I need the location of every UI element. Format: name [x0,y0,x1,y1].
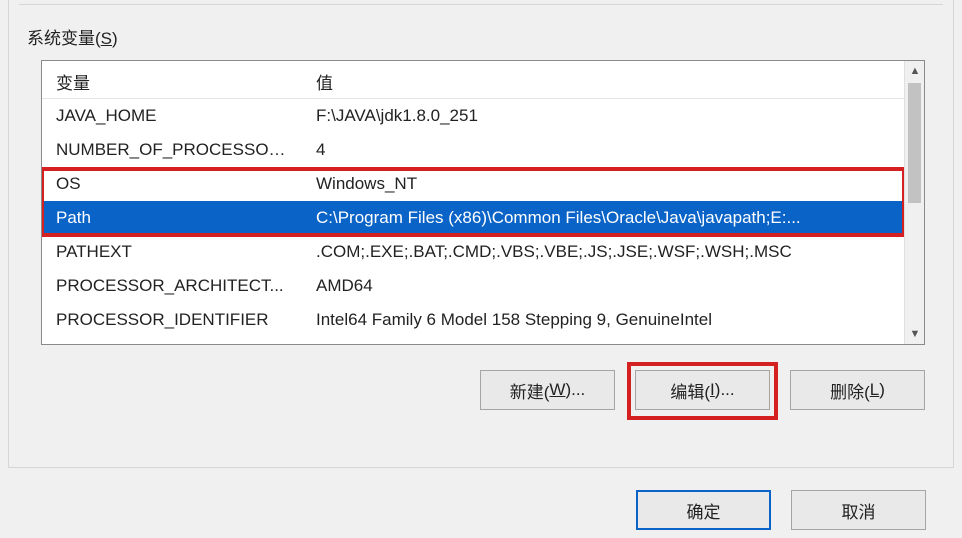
delete-button[interactable]: 删除(L) [790,370,925,410]
cell-name: PROCESSOR_ARCHITECT... [42,272,302,300]
dialog-footer: 确定 取消 [636,490,926,530]
scroll-up-icon[interactable]: ▲ [905,61,925,81]
group-label-system-variables: 系统变量(S) [27,24,118,49]
cell-name: JAVA_HOME [42,102,302,130]
label-text: 系统变量( [27,29,101,48]
divider [19,4,943,5]
cell-name: Path [42,204,302,232]
list-header: 变量 值 [42,61,904,99]
ok-button[interactable]: 确定 [636,490,771,530]
list-inner: 变量 值 JAVA_HOMEF:\JAVA\jdk1.8.0_251NUMBER… [42,61,904,344]
cell-value: .COM;.EXE;.BAT;.CMD;.VBS;.VBE;.JS;.JSE;.… [302,238,904,266]
cell-name: OS [42,170,302,198]
column-header-name[interactable]: 变量 [42,61,302,98]
btn-text: )... [565,380,585,400]
cell-value: Intel64 Family 6 Model 158 Stepping 9, G… [302,306,904,334]
btn-text: ) [879,380,885,400]
table-row[interactable]: PROCESSOR_IDENTIFIERIntel64 Family 6 Mod… [42,303,904,337]
table-row[interactable]: NUMBER_OF_PROCESSORS4 [42,133,904,167]
scroll-down-icon[interactable]: ▼ [905,324,925,344]
cell-name: PROCESSOR_IDENTIFIER [42,306,302,334]
btn-text: 新建( [510,378,550,403]
label-text: ) [112,29,118,48]
cell-value: AMD64 [302,272,904,300]
cancel-button[interactable]: 取消 [791,490,926,530]
cell-value: Windows_NT [302,170,904,198]
btn-text: )... [715,380,735,400]
table-row[interactable]: PathC:\Program Files (x86)\Common Files\… [42,201,904,235]
delete-button-wrap: 删除(L) [790,370,925,410]
edit-button-wrap: 编辑(I)... [635,370,770,410]
cell-value: 4 [302,136,904,164]
column-header-value[interactable]: 值 [302,61,904,98]
scroll-thumb[interactable] [908,83,921,203]
table-row[interactable]: OSWindows_NT [42,167,904,201]
cell-name: NUMBER_OF_PROCESSORS [42,136,302,164]
cell-value: C:\Program Files (x86)\Common Files\Orac… [302,204,904,232]
new-button[interactable]: 新建(W)... [480,370,615,410]
hotkey-char: S [101,29,112,48]
btn-text: 编辑( [670,378,710,403]
table-row[interactable]: JAVA_HOMEF:\JAVA\jdk1.8.0_251 [42,99,904,133]
table-row[interactable]: PATHEXT.COM;.EXE;.BAT;.CMD;.VBS;.VBE;.JS… [42,235,904,269]
table-row[interactable]: PROCESSOR_ARCHITECT...AMD64 [42,269,904,303]
new-button-wrap: 新建(W)... [480,370,615,410]
vertical-scrollbar[interactable]: ▲ ▼ [904,61,924,344]
hotkey-char: L [870,380,879,400]
cell-name: PATHEXT [42,238,302,266]
edit-button[interactable]: 编辑(I)... [635,370,770,410]
variables-listbox[interactable]: 变量 值 JAVA_HOMEF:\JAVA\jdk1.8.0_251NUMBER… [41,60,925,345]
list-body: JAVA_HOMEF:\JAVA\jdk1.8.0_251NUMBER_OF_P… [42,99,904,337]
hotkey-char: W [549,380,565,400]
btn-text: 删除( [830,378,870,403]
system-variables-panel: 系统变量(S) 变量 值 JAVA_HOMEF:\JAVA\jdk1.8.0_2… [8,0,954,468]
system-vars-button-row: 新建(W)... 编辑(I)... 删除(L) [480,370,925,410]
cell-value: F:\JAVA\jdk1.8.0_251 [302,102,904,130]
